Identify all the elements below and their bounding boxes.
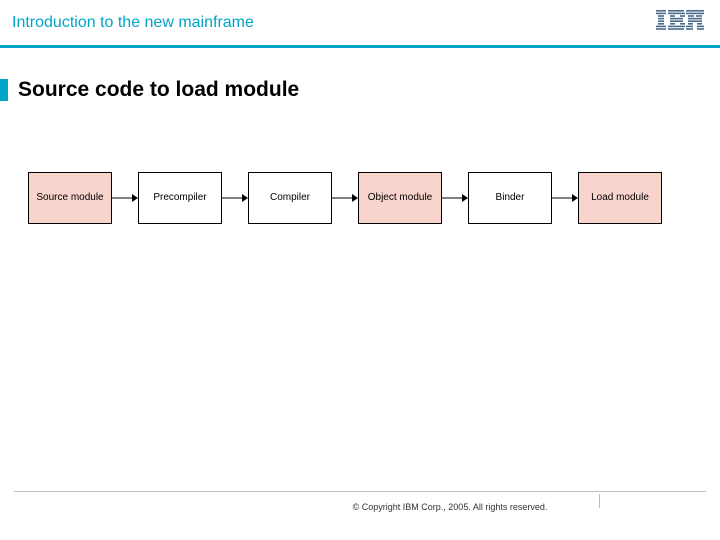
footer-rule (14, 491, 706, 492)
copyright-text: © Copyright IBM Corp., 2005. All rights … (0, 502, 720, 512)
box-binder: Binder (468, 172, 552, 224)
box-source-module: Source module (28, 172, 112, 224)
box-compiler: Compiler (248, 172, 332, 224)
box-load-module: Load module (578, 172, 662, 224)
header-bar: Introduction to the new mainframe (0, 0, 720, 48)
arrow-icon (552, 192, 578, 204)
arrow-icon (112, 192, 138, 204)
title-accent-mark (0, 79, 8, 101)
box-precompiler: Precompiler (138, 172, 222, 224)
header-title: Introduction to the new mainframe (12, 14, 254, 32)
arrow-icon (222, 192, 248, 204)
flow-diagram: Source module Precompiler Compiler Objec… (0, 102, 720, 224)
arrow-icon (442, 192, 468, 204)
title-row: Source code to load module (0, 78, 720, 102)
ibm-logo-icon (656, 10, 704, 35)
box-object-module: Object module (358, 172, 442, 224)
arrow-icon (332, 192, 358, 204)
slide-title: Source code to load module (18, 78, 299, 102)
